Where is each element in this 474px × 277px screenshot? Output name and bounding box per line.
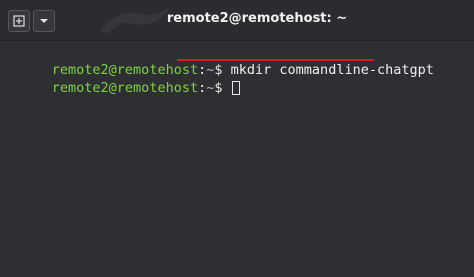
terminal-line: remote2@remotehost:~$ [3, 61, 474, 96]
prompt-user-host: remote2@remotehost [51, 80, 199, 96]
prompt-symbol: $ [214, 80, 223, 96]
prompt-separator: : [198, 80, 207, 96]
titlebar: remote2@remotehost: ~ [0, 0, 474, 41]
terminal-line: remote2@remotehost:~$ mkdir commandline-… [3, 43, 474, 78]
terminal-output[interactable]: remote2@remotehost:~$ mkdir commandline-… [0, 41, 474, 277]
terminal-window: remote2@remotehost: ~ remote2@remotehost… [0, 0, 474, 277]
text-cursor [231, 81, 240, 95]
window-title: remote2@remotehost: ~ [166, 11, 348, 26]
